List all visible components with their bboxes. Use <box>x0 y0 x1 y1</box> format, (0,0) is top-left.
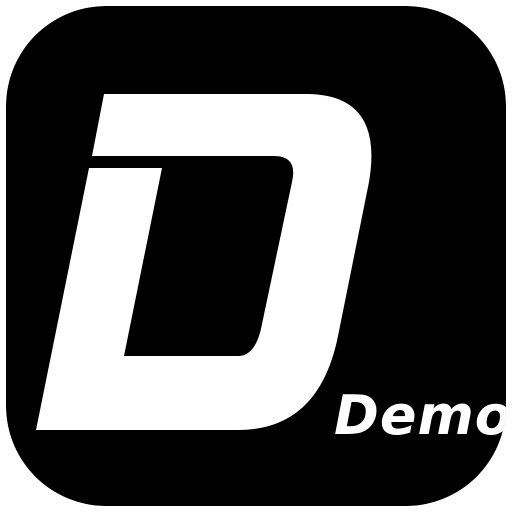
app-icon[interactable]: Demo <box>6 6 506 506</box>
logo-text: Demo <box>334 384 506 447</box>
app-icon-wrapper: Demo <box>0 0 512 512</box>
